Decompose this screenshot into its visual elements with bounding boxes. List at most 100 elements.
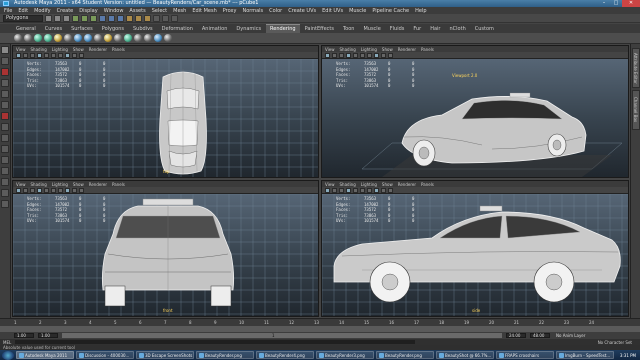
shelf-sphere-icon[interactable] (64, 34, 72, 42)
show-menu[interactable]: Show (73, 182, 84, 187)
show-menu[interactable]: Show (382, 182, 393, 187)
time-slider[interactable]: 1 2 3 4 5 6 7 8 9 10 11 12 13 14 15 16 17 18 19 20 21 22 23 24 (0, 318, 640, 326)
lasso-tool-icon[interactable] (1, 57, 9, 65)
maximize-button[interactable]: □ (610, 0, 622, 7)
four-pane-layout-icon[interactable] (1, 167, 9, 175)
renderer-menu[interactable]: Renderer (89, 182, 107, 187)
close-button[interactable]: ✕ (622, 0, 640, 7)
menu-item[interactable]: Create UVs (288, 8, 316, 14)
panels-menu[interactable]: Panels (112, 47, 125, 52)
persp-graph-layout-icon[interactable] (1, 189, 9, 197)
shelf-material-icon[interactable] (104, 34, 112, 42)
shelf-sphere-icon[interactable] (14, 34, 22, 42)
persp-outliner-layout-icon[interactable] (1, 178, 9, 186)
attribute-editor-toggle-icon[interactable] (153, 14, 160, 22)
shelf-tab[interactable]: Fluids (385, 25, 409, 33)
taskbar-item[interactable]: Discussion - 400030... (76, 351, 134, 359)
manipulator-tool-icon[interactable] (1, 112, 9, 120)
shelf-sphere-icon[interactable] (94, 34, 102, 42)
minimize-button[interactable]: – (598, 0, 610, 7)
last-tool-icon[interactable] (1, 145, 9, 153)
shelf-sphere-icon[interactable] (134, 34, 142, 42)
range-slider-bar[interactable]: 1 (62, 333, 502, 338)
view-menu[interactable]: View (16, 47, 26, 52)
menu-item[interactable]: Window (104, 8, 124, 14)
lighting-menu[interactable]: Lighting (52, 47, 68, 52)
menu-item[interactable]: Display (79, 8, 97, 14)
viewport-side[interactable]: View Shading Lighting Show Renderer Pane… (321, 180, 629, 317)
shelf-tab[interactable]: Hair (426, 25, 445, 33)
view-menu[interactable]: View (325, 182, 335, 187)
shelf-tab[interactable]: Dynamics (232, 25, 266, 33)
shelf-tab[interactable]: nCloth (445, 25, 470, 33)
menu-set-dropdown[interactable]: Polygons (3, 14, 43, 22)
panels-menu[interactable]: Panels (112, 182, 125, 187)
start-button[interactable] (2, 350, 14, 360)
view-menu[interactable]: View (16, 182, 26, 187)
lighting-menu[interactable]: Lighting (52, 182, 68, 187)
taskbar-item[interactable]: BeautyRender3.png (316, 351, 374, 359)
hypershade-layout-icon[interactable] (1, 200, 9, 208)
shading-menu[interactable]: Shading (340, 47, 356, 52)
snap-curve-icon[interactable] (108, 14, 115, 22)
taskbar-item[interactable]: BeautyShot @ 66.7%... (436, 351, 494, 359)
taskbar-item[interactable]: BeautyRender4.png (256, 351, 314, 359)
shelf-sphere-icon[interactable] (164, 34, 172, 42)
channel-box-toggle-icon[interactable] (171, 14, 178, 22)
select-by-component-icon[interactable] (90, 14, 97, 22)
rotate-tool-icon[interactable] (1, 90, 9, 98)
taskbar-item[interactable]: Autodesk Maya 2011 (16, 351, 74, 359)
shading-menu[interactable]: Shading (340, 182, 356, 187)
taskbar-item[interactable]: ImgBurn - SpeedTest... (556, 351, 614, 359)
render-current-frame-icon[interactable] (126, 14, 133, 22)
shelf-sphere-icon[interactable] (24, 34, 32, 42)
menu-item[interactable]: Edit Mesh (192, 8, 216, 14)
soft-mod-tool-icon[interactable] (1, 123, 9, 131)
renderer-menu[interactable]: Renderer (89, 47, 107, 52)
menu-item[interactable]: Pipeline Cache (372, 8, 409, 14)
shelf-material-icon[interactable] (44, 34, 52, 42)
viewport-top[interactable]: View Shading Lighting Show Renderer Pane… (12, 45, 319, 178)
menu-item[interactable]: Create (57, 8, 74, 14)
shelf-tab[interactable]: Rendering (266, 24, 300, 33)
render-settings-icon[interactable] (144, 14, 151, 22)
shelf-tab[interactable]: Custom (470, 25, 498, 33)
renderer-menu[interactable]: Renderer (398, 182, 416, 187)
menu-item[interactable]: Proxy (223, 8, 237, 14)
taskbar-item[interactable]: BeautyRender.png (376, 351, 434, 359)
open-scene-icon[interactable] (54, 14, 61, 22)
character-set-dropdown[interactable]: No Character Set (598, 340, 640, 345)
menu-item[interactable]: Select (152, 8, 167, 14)
viewport-front[interactable]: View Shading Lighting Show Renderer Pane… (12, 180, 319, 317)
ipr-render-icon[interactable] (135, 14, 142, 22)
shelf-material-icon[interactable] (154, 34, 162, 42)
select-tool-icon[interactable] (1, 46, 9, 54)
start-time-field[interactable]: 1.00 (14, 333, 34, 338)
menu-item[interactable]: Mesh (173, 8, 186, 14)
lighting-menu[interactable]: Lighting (361, 47, 377, 52)
new-scene-icon[interactable] (45, 14, 52, 22)
select-by-object-icon[interactable] (81, 14, 88, 22)
viewport-persp[interactable]: View Shading Lighting Show Renderer Pane… (321, 45, 629, 178)
anim-layer-dropdown[interactable]: No Anim Layer (556, 333, 585, 338)
menu-item[interactable]: Normals (242, 8, 263, 14)
shelf-tab[interactable]: General (12, 25, 40, 33)
shelf-material-icon[interactable] (74, 34, 82, 42)
panels-menu[interactable]: Panels (421, 182, 434, 187)
shelf-material-icon[interactable] (34, 34, 42, 42)
menu-item[interactable]: Edit (18, 8, 28, 14)
scale-tool-icon[interactable] (1, 101, 9, 109)
view-menu[interactable]: View (325, 47, 335, 52)
menu-item[interactable]: File (4, 8, 12, 14)
shading-menu[interactable]: Shading (31, 182, 47, 187)
tool-settings-toggle-icon[interactable] (162, 14, 169, 22)
command-input[interactable] (15, 340, 416, 344)
lighting-menu[interactable]: Lighting (361, 182, 377, 187)
shelf-tab[interactable]: Polygons (97, 25, 128, 33)
shelf-tab[interactable]: PaintEffects (300, 25, 338, 33)
shelf-material-icon[interactable] (54, 34, 62, 42)
show-menu[interactable]: Show (73, 47, 84, 52)
playback-start-field[interactable]: 1.00 (38, 333, 58, 338)
taskbar-item[interactable]: 3D Escape ScreenShots (136, 351, 194, 359)
taskbar-item[interactable]: FRAPS crosshairs (496, 351, 554, 359)
